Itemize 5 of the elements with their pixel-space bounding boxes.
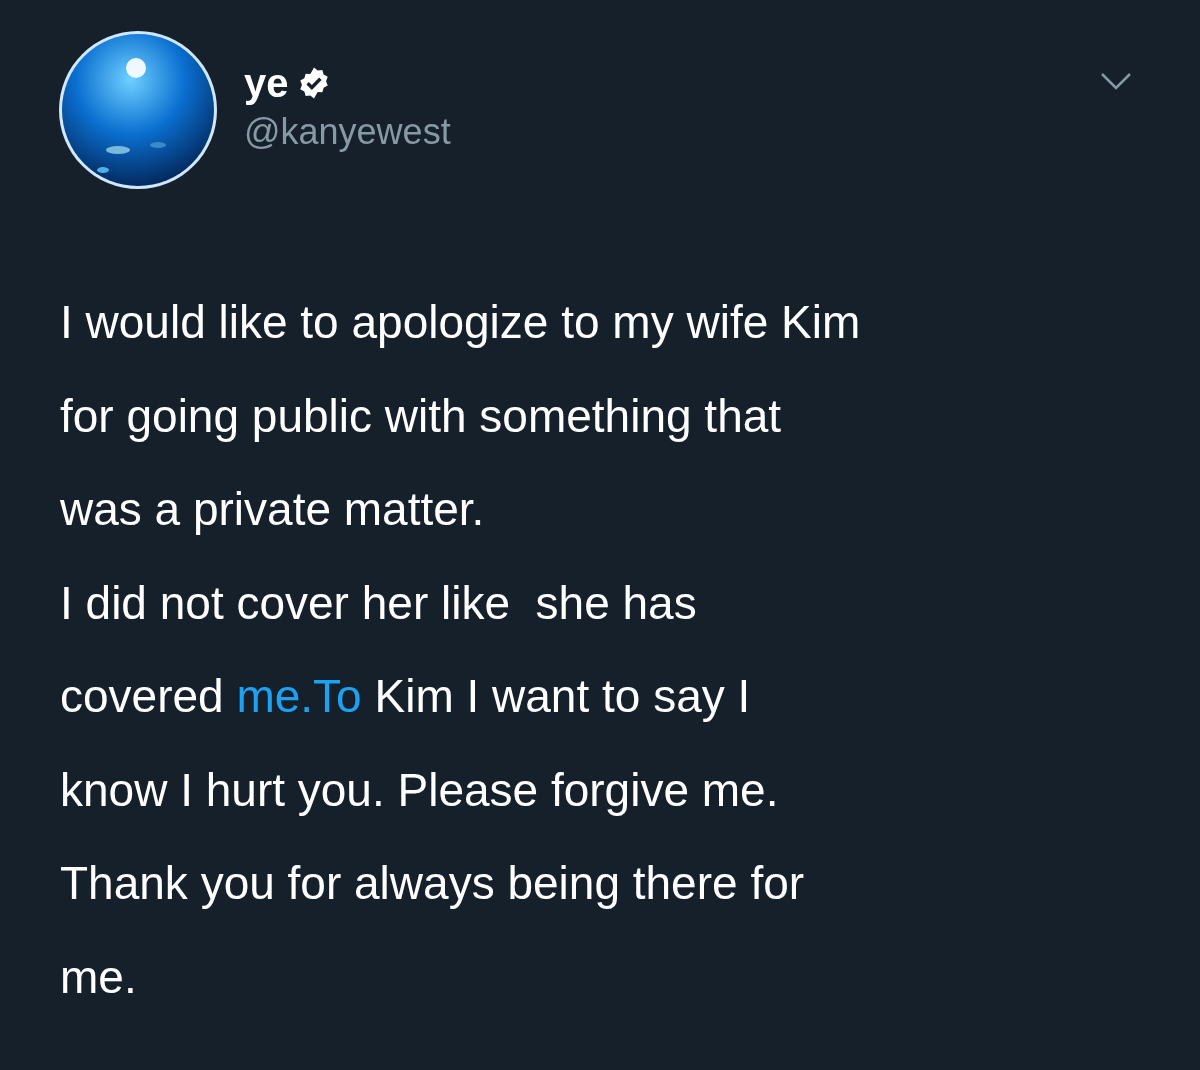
display-name: ye — [244, 60, 289, 106]
tweet-text: I would like to apologize to my wife Kim for going public with something that was a private matter. I did not cover her like she has covered me.To Kim I want to say I know I hurt you. Please forgive me. Thank you for always being there for me. — [59, 295, 862, 1005]
user-handle: @kanyewest — [244, 110, 451, 154]
link[interactable]: me.To — [236, 670, 362, 722]
chevron-down-icon[interactable] — [1100, 72, 1132, 90]
